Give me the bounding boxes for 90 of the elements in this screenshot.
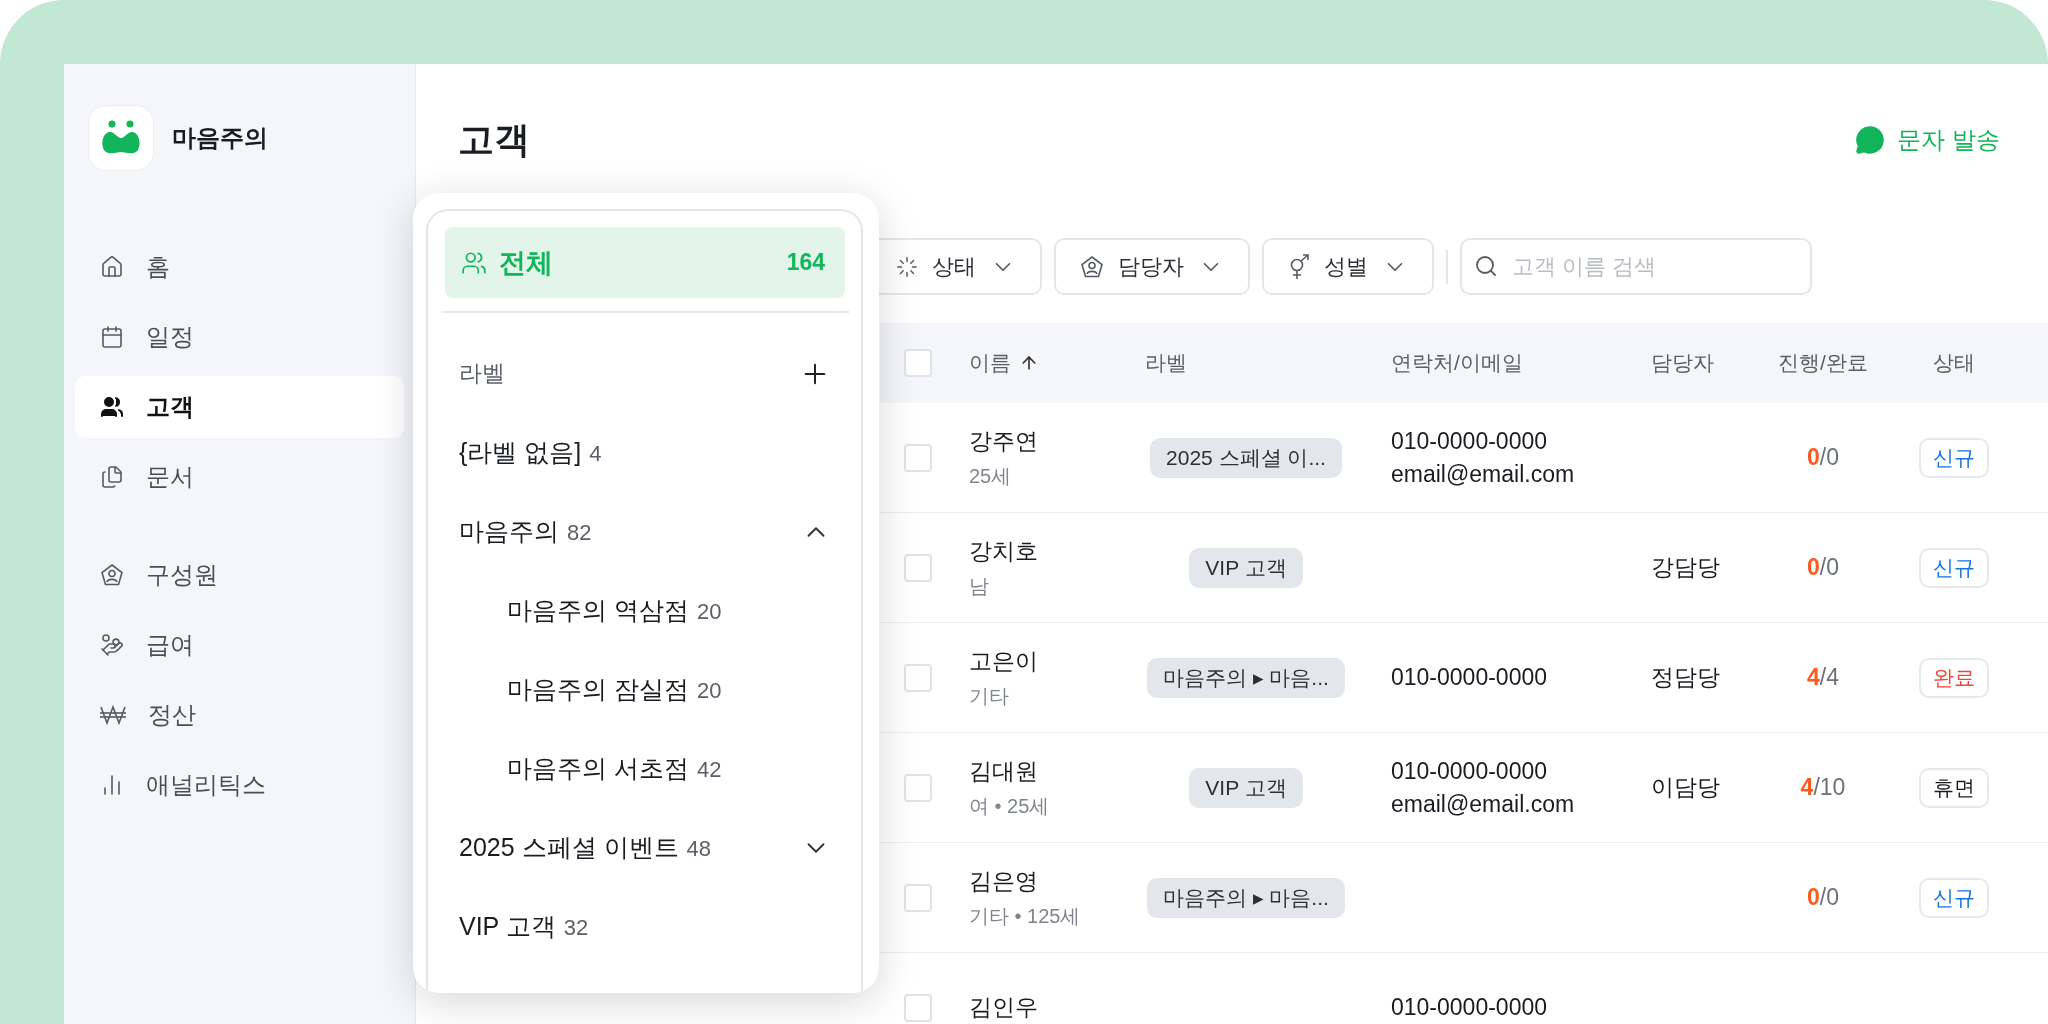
checkbox[interactable] xyxy=(904,663,932,692)
phone-number: 010-0000-0000 xyxy=(1391,994,1548,1021)
status-tag: 완료 xyxy=(1919,657,1989,698)
label-name: {라벨 없음] 4 xyxy=(459,437,602,468)
status-tag: 휴면 xyxy=(1919,767,1989,808)
customer-name: 강치호 xyxy=(969,536,1038,566)
manager-name: 이담당 xyxy=(1651,773,1720,802)
label-name: 마음주의 82 xyxy=(459,516,592,547)
people-icon xyxy=(100,395,124,419)
checkbox[interactable] xyxy=(904,993,932,1022)
page-title: 고객 xyxy=(458,117,530,162)
label-item[interactable]: 마음주의 역삼점 20 xyxy=(445,571,845,650)
customer-name: 김은영 xyxy=(969,866,1038,896)
hand-coins-icon xyxy=(100,633,124,657)
label-item[interactable]: 마음주의 82 xyxy=(445,492,845,571)
section-title: 라벨 xyxy=(459,359,505,388)
status-tag: 신규 xyxy=(1919,547,1989,588)
label-item[interactable]: 마음주의 서초점 42 xyxy=(445,729,845,808)
search-icon xyxy=(1474,254,1498,278)
column-header[interactable]: 이름 xyxy=(969,349,1039,377)
label-item[interactable]: 2025 스페셜 이벤트 48 xyxy=(445,808,845,887)
nav-item[interactable]: 일정 xyxy=(75,306,404,368)
customer-info: 25세 xyxy=(969,463,1012,489)
checkbox[interactable] xyxy=(904,773,932,802)
customer-name: 강주연 xyxy=(969,426,1038,456)
progress-count: 0/0 xyxy=(1807,554,1839,581)
label-name: 마음주의 잠실점 20 xyxy=(507,674,722,705)
calendar-icon xyxy=(100,325,124,349)
customer-info: 기타 • 125세 xyxy=(969,903,1081,929)
column-header[interactable]: 연락처/이메일 xyxy=(1391,349,1523,377)
filter-dropdown[interactable]: 성별 xyxy=(1262,238,1434,295)
chat-bubble-icon xyxy=(1855,125,1886,155)
member-icon xyxy=(100,563,124,587)
label-item[interactable]: VIP 고객 32 xyxy=(445,887,845,966)
nav-item[interactable]: 급여 xyxy=(75,614,404,676)
customer-name: 김대원 xyxy=(969,756,1038,786)
won-icon xyxy=(100,704,126,726)
checkbox[interactable] xyxy=(904,553,932,582)
phone-number: 010-0000-0000 xyxy=(1391,664,1548,691)
label-name: 2025 스페셜 이벤트 48 xyxy=(459,832,711,863)
email-address: email@email.com xyxy=(1391,790,1575,818)
status-tag: 신규 xyxy=(1919,877,1989,918)
nav-item[interactable]: 문서 xyxy=(75,446,404,508)
checkbox[interactable] xyxy=(904,349,932,377)
label-name: VIP 고객 32 xyxy=(459,911,589,942)
column-header[interactable]: 담당자 xyxy=(1651,349,1714,377)
label-tag: 2025 스페셜 이... xyxy=(1150,437,1342,478)
nav-item[interactable]: 구성원 xyxy=(75,544,404,606)
nav-item[interactable]: 정산 xyxy=(75,684,404,746)
nav-item[interactable]: 애널리틱스 xyxy=(75,754,404,816)
loader-icon xyxy=(896,255,918,278)
column-header[interactable]: 진행/완료 xyxy=(1778,349,1868,377)
label-item[interactable]: {라벨 없음] 4 xyxy=(445,413,845,492)
customer-info: 기타 xyxy=(969,683,1009,709)
filter-dropdown[interactable]: 담당자 xyxy=(1054,238,1250,295)
nav-item[interactable]: 고객 xyxy=(75,376,404,438)
progress-count: 4/4 xyxy=(1807,664,1839,691)
home-icon xyxy=(100,255,124,279)
email-address: email@email.com xyxy=(1391,460,1575,488)
label-tag: VIP 고객 xyxy=(1189,767,1303,808)
people-icon xyxy=(461,249,487,276)
brand-name: 마음주의 xyxy=(172,123,268,153)
customer-name: 고은이 xyxy=(969,646,1038,676)
label-tag: 마음주의 ▸ 마음... xyxy=(1147,657,1345,698)
search-field[interactable]: 고객 이름 검색 xyxy=(1460,238,1812,295)
checkbox[interactable] xyxy=(904,443,932,472)
label-name: 마음주의 역삼점 20 xyxy=(507,595,722,626)
progress-count: 4/10 xyxy=(1800,774,1846,801)
customer-info: 남 xyxy=(969,573,989,599)
person-icon xyxy=(1080,254,1104,279)
logo-icon xyxy=(100,120,142,156)
progress-count: 0/0 xyxy=(1807,884,1839,911)
manager-name: 정담당 xyxy=(1651,663,1720,692)
phone-number: 010-0000-0000 xyxy=(1391,757,1548,785)
label-item[interactable]: 마음주의 잠실점 20 xyxy=(445,650,845,729)
gender-icon xyxy=(1288,253,1310,280)
column-header[interactable]: 라벨 xyxy=(1145,349,1187,377)
label-name: 마음주의 서초점 42 xyxy=(507,753,722,784)
nav-item[interactable]: 홈 xyxy=(75,236,404,298)
manager-name: 강담당 xyxy=(1651,553,1720,582)
phone-number: 010-0000-0000 xyxy=(1391,427,1548,455)
status-tag: 신규 xyxy=(1919,437,1989,478)
customer-name: 김인우 xyxy=(969,993,1038,1022)
customer-info: 여 • 25세 xyxy=(969,793,1050,819)
documents-icon xyxy=(100,465,124,489)
checkbox[interactable] xyxy=(904,883,932,912)
column-header[interactable]: 상태 xyxy=(1933,349,1975,377)
label-tag: VIP 고객 xyxy=(1189,547,1303,588)
progress-count: 0/0 xyxy=(1807,444,1839,471)
label-tag: 마음주의 ▸ 마음... xyxy=(1147,877,1345,918)
